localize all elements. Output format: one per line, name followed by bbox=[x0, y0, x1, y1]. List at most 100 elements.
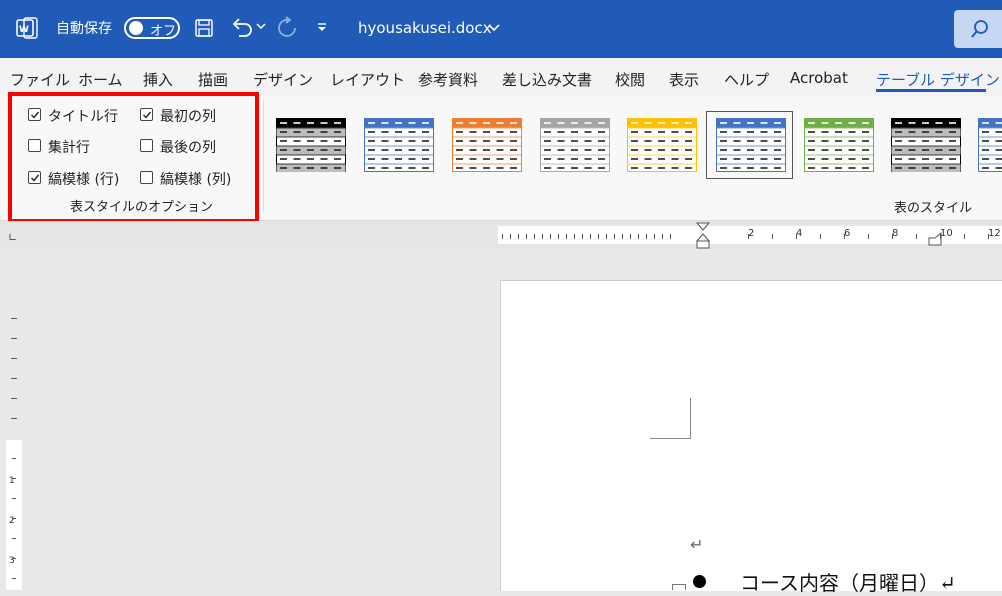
ruler-tick bbox=[772, 234, 773, 239]
toggle-state-label: オフ bbox=[150, 20, 176, 39]
active-tab-indicator bbox=[876, 89, 986, 92]
redo-icon[interactable] bbox=[276, 16, 300, 40]
tab-view[interactable]: 表示 bbox=[669, 69, 699, 90]
tab-acrobat[interactable]: Acrobat bbox=[790, 69, 848, 87]
ruler-tick bbox=[11, 338, 17, 339]
ruler-tick bbox=[12, 478, 16, 479]
ruler-tick bbox=[11, 418, 17, 419]
tab-draw[interactable]: 描画 bbox=[198, 69, 228, 90]
ruler-tick bbox=[12, 538, 16, 539]
tab-home[interactable]: ホーム bbox=[78, 69, 123, 90]
document-page[interactable] bbox=[500, 280, 1002, 591]
tab-design[interactable]: デザイン bbox=[253, 69, 313, 90]
horizontal-ruler[interactable]: 24681012 bbox=[498, 226, 1002, 244]
ruler-number: 10 bbox=[940, 228, 953, 239]
ruler-tick bbox=[598, 234, 599, 239]
table-style-options-group-label: 表スタイルのオプション bbox=[70, 196, 213, 215]
table-style-thumbnail[interactable] bbox=[364, 118, 434, 172]
banded-rows-checkbox[interactable] bbox=[28, 171, 41, 184]
ruler-tick bbox=[638, 234, 639, 239]
banded-columns-label[interactable]: 縞模様 (列) bbox=[160, 169, 231, 189]
ruler-tick bbox=[630, 234, 631, 239]
autosave-toggle[interactable]: オフ bbox=[124, 17, 180, 39]
first-column-checkbox[interactable] bbox=[140, 108, 153, 121]
tab-layout[interactable]: レイアウト bbox=[330, 69, 405, 90]
check-icon bbox=[30, 110, 40, 120]
vertical-ruler[interactable]: 123 bbox=[6, 440, 22, 590]
tab-selector-icon[interactable]: ∟ bbox=[8, 231, 17, 244]
header-row-label[interactable]: タイトル行 bbox=[48, 106, 118, 126]
ruler-tick bbox=[748, 234, 749, 239]
save-icon[interactable] bbox=[194, 18, 214, 38]
header-row-checkbox[interactable] bbox=[28, 108, 41, 121]
banded-columns-checkbox[interactable] bbox=[140, 171, 153, 184]
ruler-tick bbox=[820, 234, 821, 239]
ruler-tick bbox=[964, 234, 965, 239]
table-style-thumbnail[interactable] bbox=[276, 118, 346, 172]
ruler-tick bbox=[622, 234, 623, 239]
ruler-tick bbox=[670, 234, 671, 239]
svg-text:W: W bbox=[19, 25, 29, 35]
document-filename[interactable]: hyousakusei.docx bbox=[358, 19, 492, 37]
first-column-label[interactable]: 最初の列 bbox=[160, 106, 216, 126]
ruler-tick bbox=[574, 234, 575, 239]
chevron-down-icon[interactable] bbox=[256, 22, 266, 30]
ruler-tick bbox=[590, 234, 591, 239]
table-style-thumbnail[interactable] bbox=[716, 118, 786, 172]
table-style-thumbnail[interactable] bbox=[540, 118, 610, 172]
search-button[interactable] bbox=[954, 10, 1002, 48]
ruler-tick bbox=[542, 234, 543, 239]
table-style-thumbnail[interactable] bbox=[891, 118, 961, 172]
ruler-tick bbox=[654, 234, 655, 239]
ruler-tick bbox=[844, 234, 845, 239]
last-column-label[interactable]: 最後の列 bbox=[160, 137, 216, 157]
chevron-down-icon[interactable] bbox=[488, 24, 500, 32]
ruler-tick bbox=[614, 234, 615, 239]
table-style-thumbnail[interactable] bbox=[804, 118, 874, 172]
customize-qat-icon[interactable] bbox=[316, 21, 328, 33]
ruler-tick bbox=[534, 234, 535, 239]
undo-icon[interactable] bbox=[230, 16, 254, 38]
ruler-tick bbox=[582, 234, 583, 239]
ruler-tick bbox=[526, 234, 527, 239]
table-style-thumbnail[interactable] bbox=[627, 118, 697, 172]
table-move-handle-icon[interactable] bbox=[672, 584, 686, 590]
ruler-tick bbox=[12, 578, 16, 579]
ruler-tick bbox=[12, 458, 16, 459]
last-column-checkbox[interactable] bbox=[140, 139, 153, 152]
ruler-tick bbox=[11, 378, 17, 379]
ruler-tick bbox=[12, 518, 16, 519]
ruler-tick bbox=[566, 234, 567, 239]
ruler-tick bbox=[796, 234, 797, 239]
bullet-text[interactable]: コース内容（月曜日）↵ bbox=[740, 567, 956, 596]
ruler-tick bbox=[892, 234, 893, 239]
ruler-tick bbox=[502, 234, 503, 239]
tab-references[interactable]: 参考資料 bbox=[418, 69, 478, 90]
tab-file[interactable]: ファイル bbox=[10, 69, 70, 90]
tab-insert[interactable]: 挿入 bbox=[143, 69, 173, 90]
autosave-label: 自動保存 bbox=[56, 18, 112, 38]
check-icon bbox=[30, 173, 40, 183]
ruler-number: 12 bbox=[988, 228, 1001, 239]
table-style-thumbnail[interactable] bbox=[978, 118, 1002, 172]
banded-rows-label[interactable]: 縞模様 (行) bbox=[48, 169, 119, 189]
total-row-checkbox[interactable] bbox=[28, 139, 41, 152]
total-row-label[interactable]: 集計行 bbox=[48, 137, 90, 157]
ruler-tick bbox=[606, 234, 607, 239]
check-icon bbox=[142, 110, 152, 120]
bullet-point bbox=[693, 575, 706, 588]
tab-table-design[interactable]: テーブル デザイン bbox=[876, 69, 1000, 90]
ruler-tick bbox=[510, 234, 511, 239]
table-style-thumbnail[interactable] bbox=[452, 118, 522, 172]
tab-review[interactable]: 校閲 bbox=[615, 69, 645, 90]
tab-mailings[interactable]: 差し込み文書 bbox=[502, 69, 592, 90]
indent-marker-icon[interactable] bbox=[696, 222, 710, 250]
margin-corner-mark bbox=[650, 398, 691, 439]
title-bar: W 自動保存 オフ hyousakusei.docx bbox=[0, 0, 1002, 58]
tab-help[interactable]: ヘルプ bbox=[724, 69, 769, 90]
ruler-tick bbox=[518, 234, 519, 239]
ruler-tick bbox=[12, 498, 16, 499]
paragraph-mark: ↵ bbox=[690, 535, 703, 554]
ruler-tick bbox=[868, 234, 869, 239]
ruler-tick bbox=[11, 398, 17, 399]
